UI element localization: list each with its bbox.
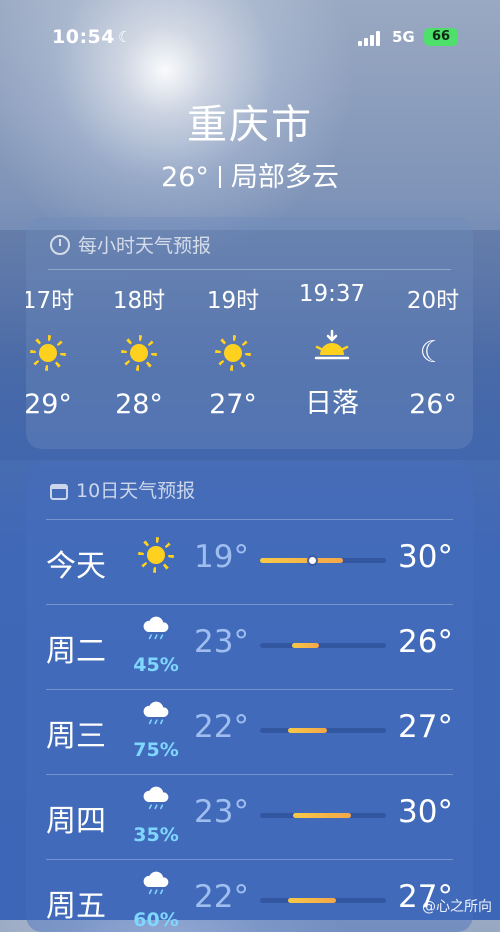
rain-cloud-icon: [143, 786, 169, 810]
precip-chance: 75%: [133, 739, 179, 761]
hour-temp: 26°: [409, 389, 457, 420]
divider: [46, 774, 453, 775]
hour-temp: 日落: [305, 388, 359, 419]
rain-cloud-icon: [143, 871, 169, 895]
hour-item: 19时 27°: [193, 281, 273, 420]
divider: [48, 269, 451, 270]
calendar-icon: [50, 484, 68, 500]
daily-title-text: 10日天气预报: [76, 480, 196, 502]
rain-cloud-icon: [143, 616, 169, 640]
hour-time: 17时: [26, 288, 75, 314]
day-name: 周二: [46, 634, 106, 669]
focus-moon-icon: ☾: [117, 28, 132, 46]
status-time: 10:54 ☾: [52, 26, 132, 48]
battery-icon: 66: [424, 28, 458, 46]
hour-item: 18时 28°: [99, 281, 179, 420]
range-fill: [287, 728, 327, 733]
hour-item: 17时 29°: [26, 281, 88, 420]
signal-icon: [358, 30, 384, 46]
day-row[interactable]: 今天 19° 30°: [26, 519, 473, 604]
temperature-range-bar: [260, 813, 386, 818]
hourly-forecast-title: 每小时天气预报: [50, 231, 211, 258]
sunset-icon: [314, 329, 350, 360]
day-row[interactable]: 周四 35% 23° 30°: [26, 774, 473, 859]
day-name: 周四: [46, 804, 106, 839]
divider: [46, 604, 453, 605]
watermark: @心之所向: [422, 899, 492, 915]
hour-temp: 28°: [115, 389, 163, 420]
range-fill: [287, 898, 336, 903]
battery-level: 66: [431, 29, 451, 44]
day-icon: 75%: [130, 699, 182, 761]
hourly-title-text: 每小时天气预报: [78, 235, 212, 257]
day-high: 30°: [398, 794, 453, 830]
day-high: 27°: [398, 709, 453, 745]
hour-item: 20时 ☾ 26°: [393, 281, 473, 420]
day-icon: 45%: [130, 614, 182, 676]
precip-chance: 35%: [133, 824, 179, 846]
day-high: 26°: [398, 624, 453, 660]
day-low: 22°: [194, 879, 249, 915]
hour-temp: 27°: [209, 389, 257, 420]
range-fill: [291, 643, 320, 648]
hour-time: 19:37: [298, 281, 366, 307]
day-low: 23°: [194, 624, 249, 660]
divider: [46, 519, 453, 520]
temperature-range-bar: [260, 643, 386, 648]
sun-icon: [39, 344, 57, 362]
day-low: 23°: [194, 794, 249, 830]
status-time-text: 10:54: [52, 26, 115, 48]
daily-forecast-card[interactable]: 10日天气预报 今天 19° 30° 周二 45% 23° 26° 周三 75%…: [26, 462, 473, 932]
current-temp-marker: [308, 557, 316, 564]
moon-stars-icon: ☾: [419, 335, 447, 370]
divider: [46, 859, 453, 860]
day-row[interactable]: 周三 75% 22° 27°: [26, 689, 473, 774]
divider: [46, 689, 453, 690]
precip-chance: 45%: [133, 654, 179, 676]
day-high: 30°: [398, 539, 453, 575]
day-row[interactable]: 周二 45% 23° 26°: [26, 604, 473, 689]
current-condition: 局部多云: [230, 162, 339, 193]
city-name: 重庆市: [187, 102, 313, 148]
separator: [218, 166, 221, 188]
sun-icon: [147, 546, 165, 565]
day-name: 今天: [46, 549, 106, 584]
hour-time: 18时: [112, 288, 166, 314]
temperature-range-bar: [260, 557, 386, 564]
temperature-range-bar: [260, 898, 386, 903]
day-low: 19°: [194, 539, 249, 575]
hour-time: 20时: [406, 288, 460, 314]
hour-temp: 29°: [26, 389, 72, 420]
day-low: 22°: [194, 709, 249, 745]
sun-icon: [130, 344, 148, 362]
day-row[interactable]: 周五 60% 22° 27°: [26, 859, 473, 932]
status-bar: 10:54 ☾ 5G 66: [0, 26, 500, 50]
day-icon: 60%: [130, 869, 182, 931]
hourly-forecast-card[interactable]: 每小时天气预报 17时 29° 18时 28° 19时 27° 19:37 日落: [26, 217, 473, 449]
clock-icon: [50, 235, 70, 255]
range-fill: [292, 813, 351, 818]
hour-time: 19时: [206, 288, 260, 314]
day-icon: [130, 529, 182, 591]
daily-forecast-title: 10日天气预报: [50, 476, 195, 503]
rain-cloud-icon: [143, 701, 169, 725]
range-fill: [260, 558, 344, 563]
precip-chance: 60%: [133, 909, 179, 931]
sun-icon: [224, 344, 242, 362]
temperature-range-bar: [260, 728, 386, 733]
day-name: 周三: [46, 719, 106, 754]
current-temperature: 26°: [161, 162, 209, 193]
day-icon: 35%: [130, 784, 182, 846]
network-type: 5G: [392, 28, 415, 46]
current-conditions: 26° 局部多云: [0, 155, 500, 194]
day-name: 周五: [46, 889, 106, 924]
hour-item: 19:37 日落: [292, 281, 372, 420]
